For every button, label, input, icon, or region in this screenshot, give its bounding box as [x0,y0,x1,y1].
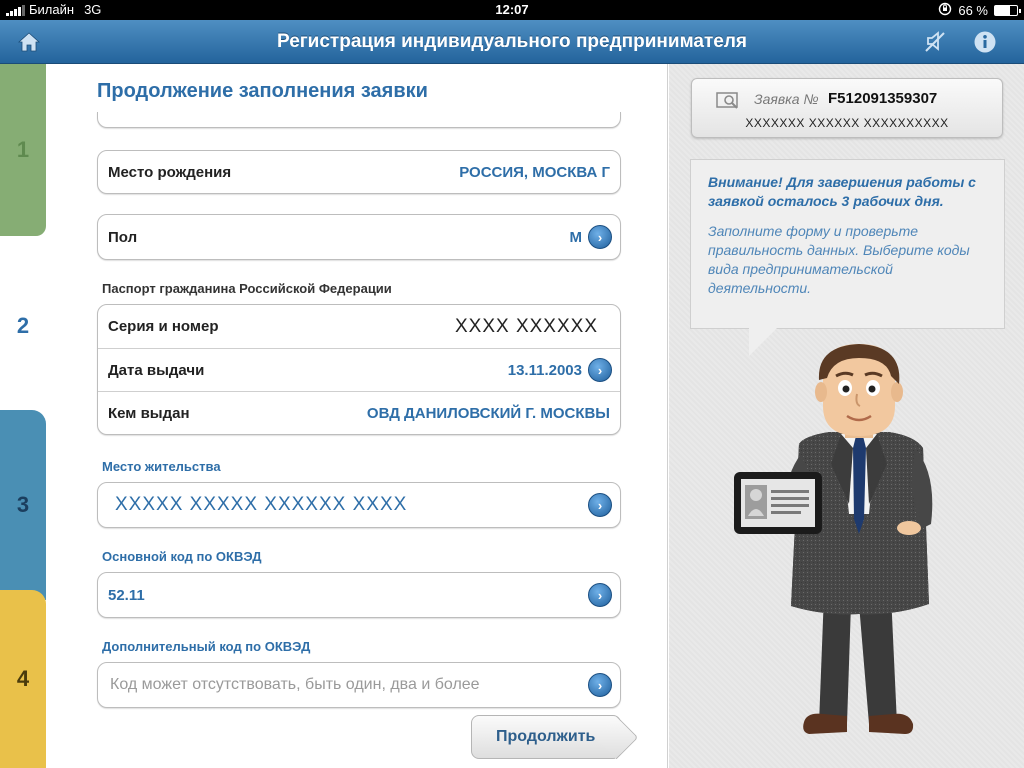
previous-field[interactable] [97,112,621,128]
step-tab-label: 3 [16,492,30,517]
passport-series-row[interactable]: Серия и номер XXXX XXXXXX [98,305,620,348]
page-title: Регистрация индивидуального предпринимат… [277,31,747,52]
birthplace-value: РОССИЯ, МОСКВА Г [459,163,610,181]
passport-date-row[interactable]: Дата выдачи 13.11.2003 › [98,348,620,391]
passport-group: Серия и номер XXXX XXXXXX Дата выдачи 13… [97,304,621,435]
okved-main-field[interactable]: 52.11 › [97,572,621,618]
step-tab-label: 2 [16,313,30,338]
side-panel: Заявка № F512091359307 XXXXXXX XXXXXX XX… [669,64,1024,768]
chevron-right-icon[interactable]: › [588,583,612,607]
birthplace-label: Место рождения [108,163,232,181]
battery-percent: 66 % [958,3,988,18]
application-card: Заявка № F512091359307 XXXXXXX XXXXXX XX… [691,78,1003,138]
application-number: F512091359307 [828,90,938,107]
okved-main-value: 52.11 [108,586,145,604]
passport-section-label: Паспорт гражданина Российской Федерации [102,281,392,296]
birthplace-field[interactable]: Место рождения РОССИЯ, МОСКВА Г [97,150,621,194]
okved-extra-placeholder: Код может отсутствовать, быть один, два … [110,676,480,693]
assistant-character-illustration [734,344,933,734]
continue-button-label: Продолжить [496,728,596,745]
okved-extra-field[interactable]: Код может отсутствовать, быть один, два … [97,662,621,708]
passport-issuer-row[interactable]: Кем выдан ОВД ДАНИЛОВСКИЙ Г. МОСКВЫ [98,391,620,434]
mute-icon[interactable] [920,28,950,56]
passport-date-label: Дата выдачи [108,361,205,379]
passport-series-label: Серия и номер [108,318,219,335]
step-tab-3[interactable]: 3 [0,410,46,600]
okved-main-section-label: Основной код по ОКВЭД [102,549,262,564]
step-tab-2[interactable]: 2 [0,236,46,416]
form-panel: Продолжение заполнения заявки Место рожд… [46,64,668,768]
chevron-right-icon[interactable]: › [588,225,612,249]
residence-field[interactable]: XXXXX XXXXX XXXXXX XXXX › [97,482,621,528]
application-label: Заявка № [754,91,819,107]
step-tab-label: 1 [16,137,30,162]
form-title: Продолжение заполнения заявки [97,80,428,102]
gender-value: М [569,228,583,246]
okved-extra-section-label: Дополнительный код по ОКВЭД [102,639,311,654]
step-tab-4[interactable]: 4 [0,590,46,768]
search-document-icon [716,91,740,111]
warning-text: Внимание! Для завершения работы с заявко… [708,174,976,209]
passport-issuer-value: ОВД ДАНИЛОВСКИЙ Г. МОСКВЫ [366,404,610,422]
status-right: 66 % [938,2,1021,19]
gender-label: Пол [108,228,138,246]
status-bar: Билайн 3G 12:07 66 % [0,0,1024,20]
chevron-right-icon[interactable]: › [588,673,612,697]
hint-bubble: Внимание! Для завершения работы с заявко… [690,159,1005,329]
continue-button[interactable]: Продолжить [471,715,621,759]
info-text: Заполните форму и проверьте правильность… [708,223,970,296]
chevron-right-icon[interactable]: › [588,358,612,382]
residence-value: XXXXX XXXXX XXXXXX XXXX [115,494,408,515]
orientation-lock-icon [938,2,952,19]
info-icon[interactable] [970,28,1000,56]
residence-section-label: Место жительства [102,459,221,474]
chevron-right-icon[interactable]: › [588,493,612,517]
nav-bar: Регистрация индивидуального предпринимат… [0,20,1024,64]
gender-field[interactable]: Пол М › [97,214,621,260]
step-tab-1[interactable]: 1 [0,64,46,236]
passport-series-value: XXXX XXXXXX [454,315,598,337]
clock: 12:07 [495,2,529,17]
battery-icon [994,5,1021,16]
passport-date-value: 13.11.2003 [507,361,582,379]
step-tab-label: 4 [16,666,30,691]
passport-issuer-label: Кем выдан [108,404,190,422]
application-subtitle: XXXXXXX XXXXXX XXXXXXXXXX [745,116,949,130]
